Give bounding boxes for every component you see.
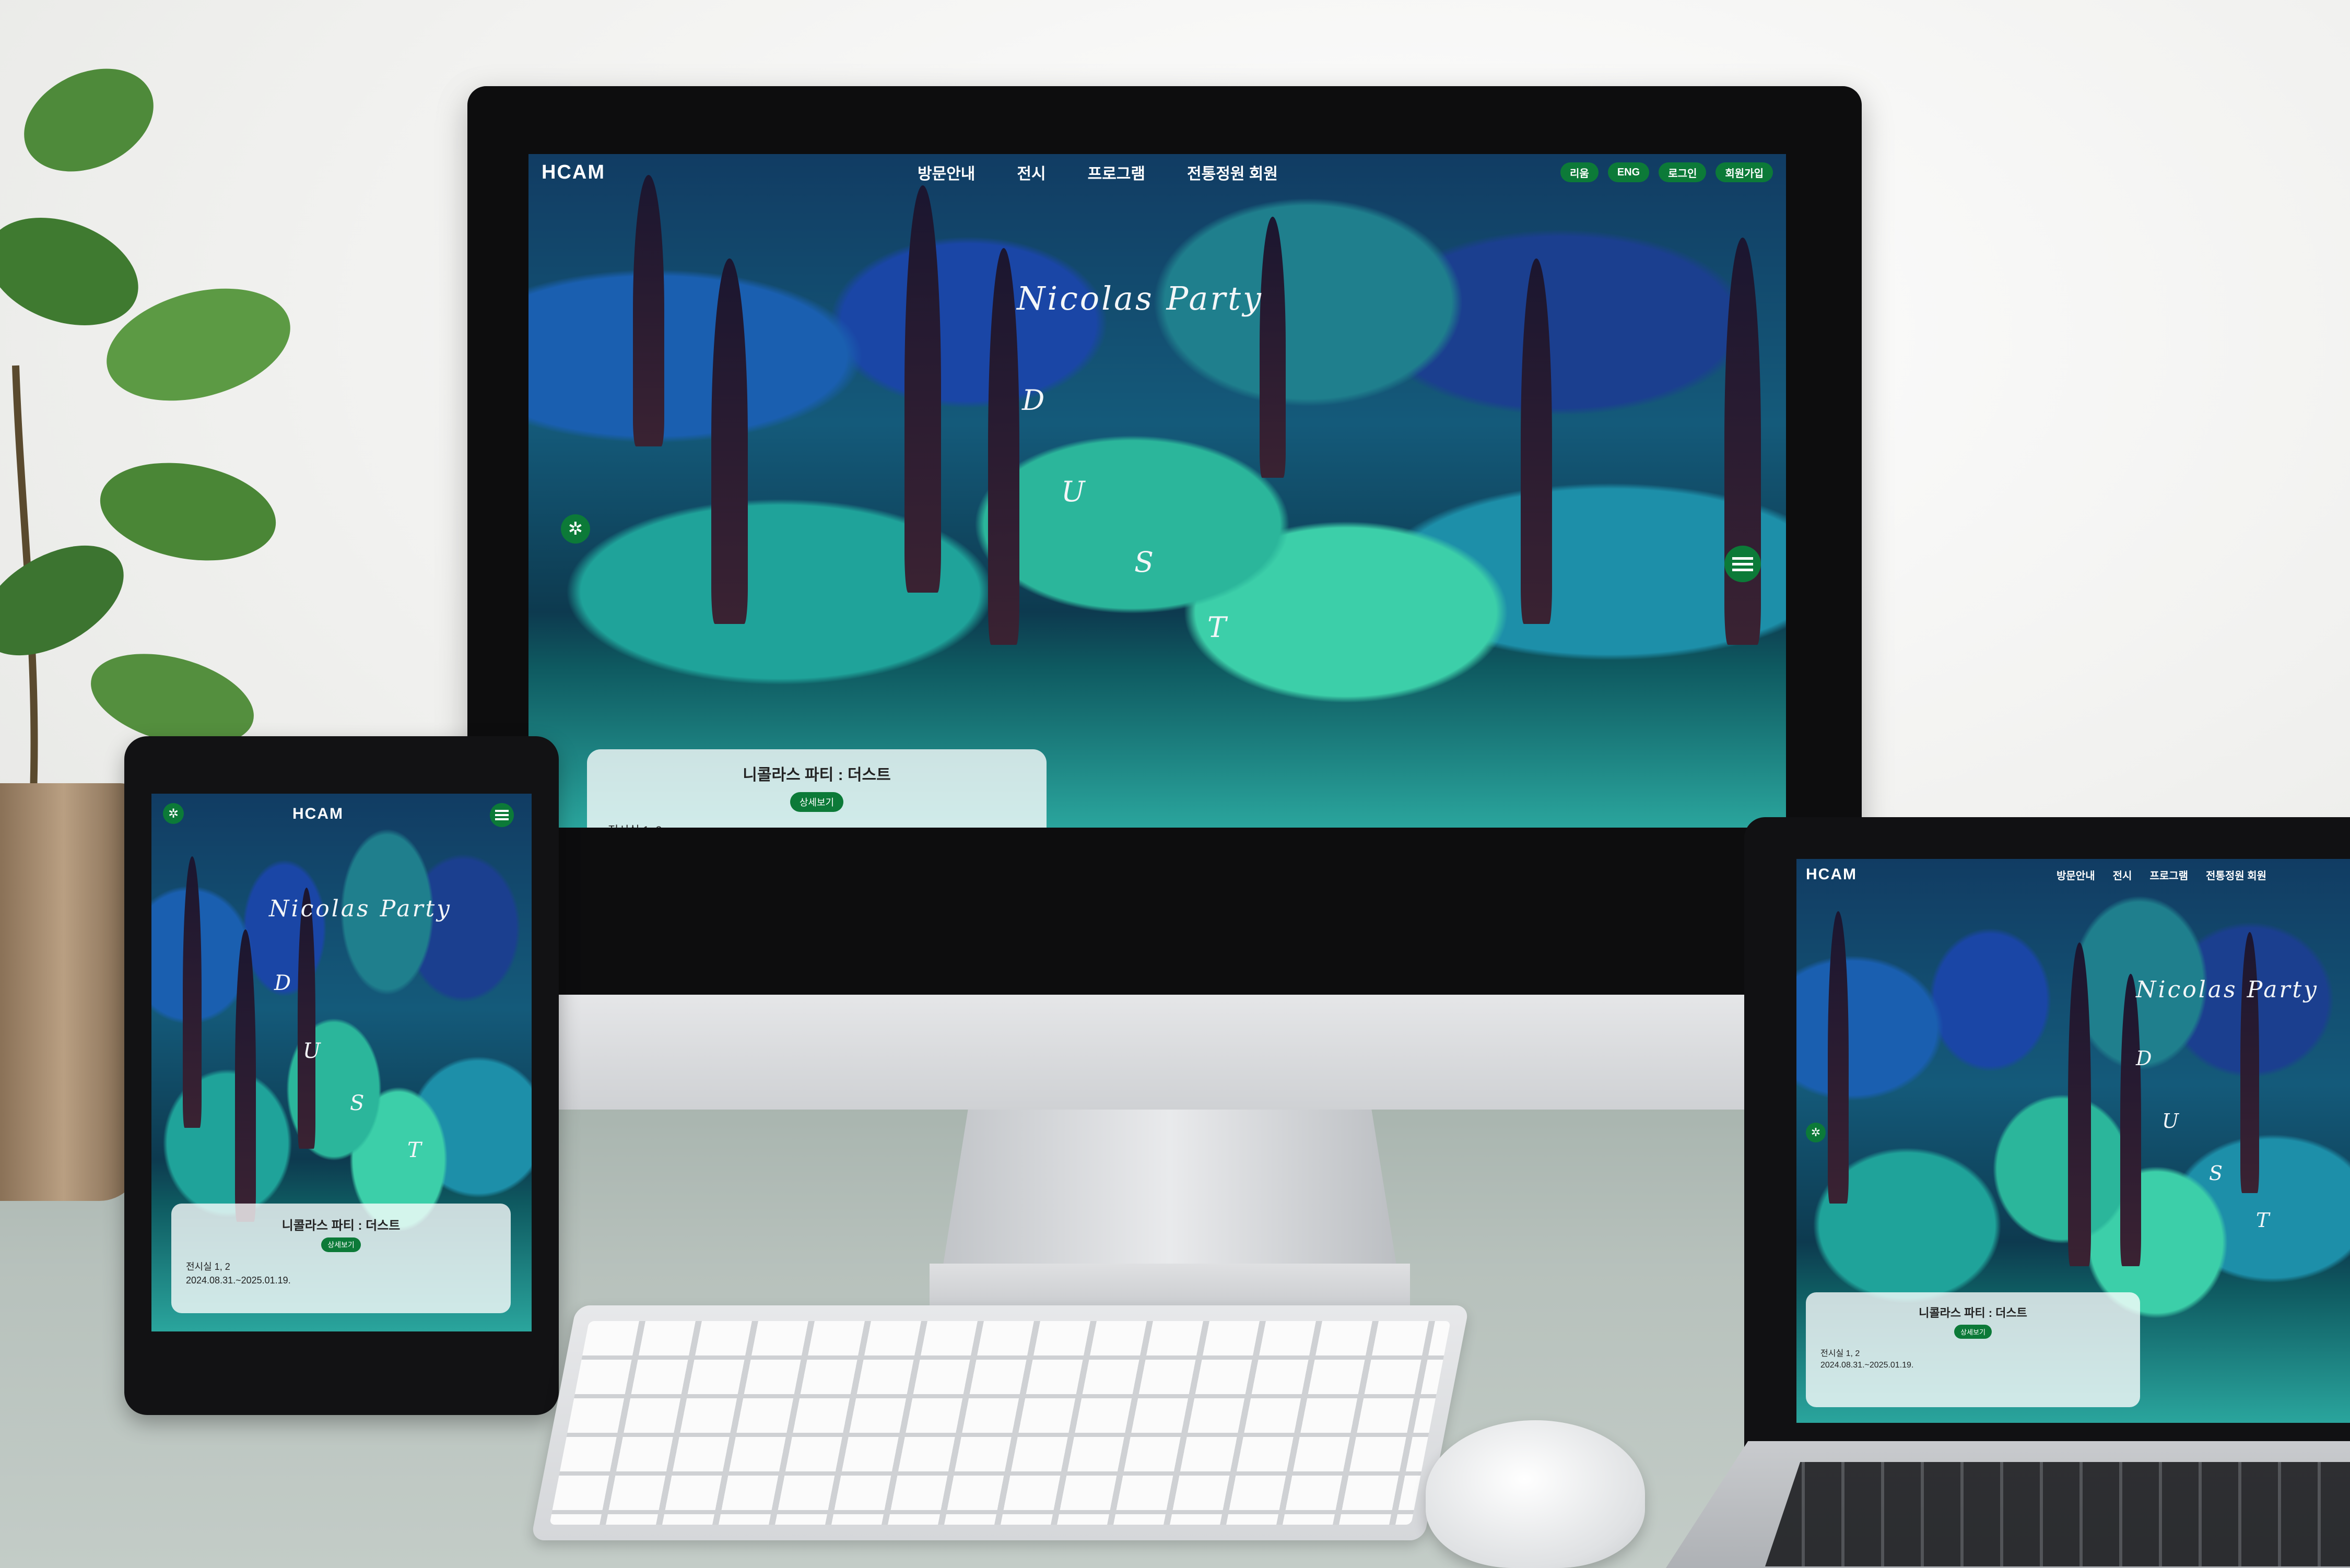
nav-program[interactable]: 프로그램 bbox=[2149, 867, 2188, 882]
hero-letter-s: S bbox=[1134, 546, 1154, 579]
nav-garden-membership[interactable]: 전통정원 회원 bbox=[1187, 161, 1278, 184]
hero-letter-u: U bbox=[303, 1039, 321, 1063]
hero-letter-s: S bbox=[350, 1091, 365, 1115]
gear-icon: ✲ bbox=[1811, 1126, 1821, 1139]
laptop-screen: HCAM 방문안내 전시 프로그램 전통정원 회원 Nicolas Party … bbox=[1796, 859, 2350, 1423]
nav-program[interactable]: 프로그램 bbox=[1088, 161, 1145, 184]
hero-letter-d: D bbox=[274, 971, 291, 995]
leeum-link[interactable]: 리움 bbox=[1560, 162, 1599, 182]
hamburger-menu-icon bbox=[1732, 557, 1753, 560]
imac-chin bbox=[467, 995, 1862, 1110]
site-logo[interactable]: HCAM bbox=[292, 805, 344, 823]
hero-letter-t: T bbox=[407, 1138, 421, 1162]
exhibition-dates: 2024.08.31.~2025.01.19. bbox=[1820, 1361, 1914, 1370]
hero-letter-u: U bbox=[1061, 475, 1085, 508]
gear-icon: ✲ bbox=[568, 519, 583, 539]
hero-letter-d: D bbox=[1022, 384, 1045, 417]
imac-screen: HCAM 방문안내 전시 프로그램 전통정원 회원 리움 ENG 로그인 회원가… bbox=[528, 154, 1786, 828]
nav-garden-membership[interactable]: 전통정원 회원 bbox=[2206, 867, 2266, 882]
tablet-screen: ✲ HCAM Nicolas Party D U S T 니콜라스 파티 : 더… bbox=[151, 794, 532, 1331]
hero-letter-u: U bbox=[2162, 1110, 2179, 1133]
exhibition-location: 전시실 1, 2 bbox=[186, 1262, 230, 1272]
hero-letter-s: S bbox=[2209, 1162, 2223, 1185]
laptop-keyboard bbox=[1765, 1462, 2350, 1566]
detail-button[interactable]: 상세보기 bbox=[1954, 1325, 1992, 1339]
magic-mouse bbox=[1426, 1420, 1645, 1568]
eng-link[interactable]: ENG bbox=[1607, 162, 1650, 182]
detail-button[interactable]: 상세보기 bbox=[321, 1237, 361, 1252]
nav-exhibition[interactable]: 전시 bbox=[2113, 867, 2132, 882]
menu-button[interactable] bbox=[490, 803, 514, 827]
site-logo[interactable]: HCAM bbox=[1806, 866, 2036, 883]
exhibition-card: 니콜라스 파티 : 더스트 상세보기 전시실 1, 2 2024.08.31.~… bbox=[171, 1204, 511, 1313]
exhibition-card: 니콜라스 파티 : 더스트 상세보기 전시실 1, 2 2024.08.31.~… bbox=[587, 749, 1047, 828]
nav-visit[interactable]: 방문안내 bbox=[918, 161, 975, 184]
login-link[interactable]: 로그인 bbox=[1659, 162, 1707, 182]
hero-letter-d: D bbox=[2136, 1047, 2152, 1070]
settings-button[interactable]: ✲ bbox=[561, 514, 590, 544]
settings-button[interactable]: ✲ bbox=[163, 803, 184, 824]
wireless-keyboard bbox=[531, 1305, 1470, 1540]
detail-button[interactable]: 상세보기 bbox=[790, 792, 844, 812]
exhibition-card: 니콜라스 파티 : 더스트 상세보기 전시실 1, 2 2024.08.31.~… bbox=[1806, 1292, 2140, 1407]
exhibition-title: 니콜라스 파티 : 더스트 bbox=[1919, 1306, 2027, 1319]
hero-letter-t: T bbox=[2256, 1209, 2270, 1232]
hero-title: Nicolas Party bbox=[1017, 279, 1263, 317]
hero-letter-t: T bbox=[1207, 611, 1227, 644]
site-logo[interactable]: HCAM bbox=[542, 161, 834, 184]
hamburger-menu-icon bbox=[495, 810, 509, 812]
nav-exhibition[interactable]: 전시 bbox=[1017, 161, 1045, 184]
plant-pot bbox=[0, 783, 141, 1201]
signup-link[interactable]: 회원가입 bbox=[1716, 162, 1773, 182]
top-nav: HCAM 방문안내 전시 프로그램 전통정원 회원 리움 ENG 로그인 회원가… bbox=[528, 154, 1786, 191]
menu-button[interactable] bbox=[1724, 546, 1761, 582]
top-nav: HCAM 방문안내 전시 프로그램 전통정원 회원 bbox=[1796, 859, 2350, 890]
exhibition-location: 전시실 1, 2 bbox=[608, 821, 1026, 828]
gear-icon: ✲ bbox=[168, 806, 179, 821]
hero-painting bbox=[528, 154, 1786, 828]
exhibition-dates: 2024.08.31.~2025.01.19. bbox=[186, 1275, 291, 1286]
exhibition-title: 니콜라스 파티 : 더스트 bbox=[743, 767, 891, 784]
exhibition-location: 전시실 1, 2 bbox=[1820, 1349, 1860, 1358]
hero-title: Nicolas Party bbox=[269, 895, 452, 922]
nav-visit[interactable]: 방문안내 bbox=[2057, 867, 2095, 882]
hero-title: Nicolas Party bbox=[2136, 976, 2319, 1003]
exhibition-title: 니콜라스 파티 : 더스트 bbox=[281, 1219, 401, 1233]
settings-button[interactable]: ✲ bbox=[1806, 1123, 1826, 1142]
